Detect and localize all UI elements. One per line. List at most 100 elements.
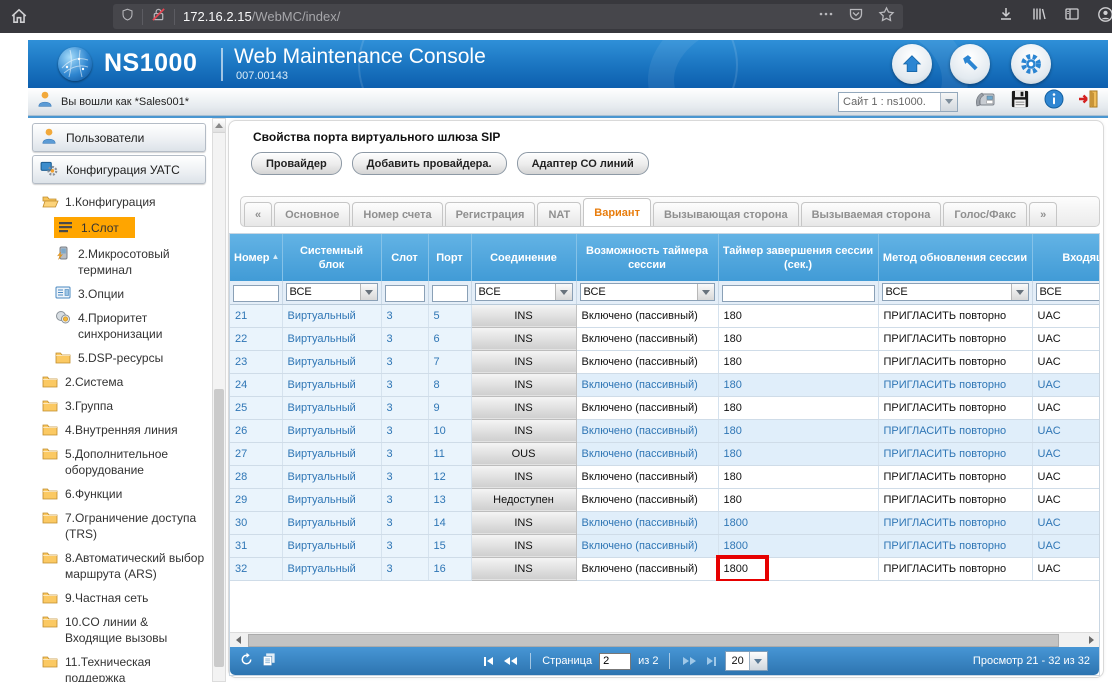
cell-session-expire-timer[interactable]: 180 (718, 488, 878, 511)
cell-session-expire-timer[interactable]: 180 (718, 373, 878, 396)
tab-Регистрация[interactable]: Регистрация (445, 202, 536, 226)
cell-session-refresh-method[interactable]: ПРИГЛАСИТЬ повторно (878, 327, 1032, 350)
sidebar-item[interactable]: 9.Частная сеть (41, 589, 148, 606)
tab-Вариант[interactable]: Вариант (583, 198, 651, 227)
cell-session-expire-timer[interactable]: 180 (718, 327, 878, 350)
filter-input[interactable] (432, 285, 468, 302)
column-header[interactable]: Слот (381, 234, 428, 281)
sidebar-item[interactable]: 1.Слот (54, 217, 135, 238)
sidebar-item[interactable]: 2.Система (41, 373, 123, 390)
cell-system-block[interactable]: Виртуальный (282, 304, 381, 327)
cell-system-block[interactable]: Виртуальный (282, 419, 381, 442)
cell-incoming-refresh[interactable]: UAC (1032, 557, 1099, 580)
cell-session-timer-capability[interactable]: Включено (пассивный) (576, 465, 718, 488)
cell-session-refresh-method[interactable]: ПРИГЛАСИТЬ повторно (878, 511, 1032, 534)
last-page-button[interactable] (705, 655, 718, 668)
filter-select-arrow[interactable] (1011, 284, 1028, 300)
site-selector-arrow[interactable] (940, 93, 957, 111)
cell-session-timer-capability[interactable]: Включено (пассивный) (576, 304, 718, 327)
tab-scroll-prev[interactable]: « (244, 202, 272, 226)
account-icon[interactable] (1097, 6, 1112, 28)
column-header[interactable]: Номер▲ (230, 234, 282, 281)
cell-number[interactable]: 30 (230, 511, 282, 534)
filter-input[interactable] (385, 285, 425, 302)
cell-session-timer-capability[interactable]: Включено (пассивный) (576, 350, 718, 373)
tools-button[interactable] (950, 44, 990, 84)
filter-select[interactable]: ВСЕ (286, 283, 378, 301)
tab-Голос/Факс[interactable]: Голос/Факс (943, 202, 1027, 226)
cell-session-timer-capability[interactable]: Включено (пассивный) (576, 419, 718, 442)
cell-connection[interactable]: INS (471, 419, 576, 442)
cell-port[interactable]: 6 (428, 327, 471, 350)
cell-connection[interactable]: INS (471, 511, 576, 534)
cell-connection[interactable]: INS (471, 350, 576, 373)
cell-session-refresh-method[interactable]: ПРИГЛАСИТЬ повторно (878, 557, 1032, 580)
scroll-left-arrow[interactable] (230, 636, 246, 644)
sidebar-item[interactable]: 8.Автоматический выбор маршрута (ARS) (41, 549, 205, 582)
cell-session-timer-capability[interactable]: Включено (пассивный) (576, 396, 718, 419)
column-header[interactable]: Порт (428, 234, 471, 281)
cell-session-expire-timer[interactable]: 180 (718, 465, 878, 488)
cell-session-expire-timer[interactable]: 1800 (718, 511, 878, 534)
action-button[interactable]: Добавить провайдера. (352, 152, 507, 175)
cell-session-expire-timer[interactable]: 180 (718, 304, 878, 327)
cell-incoming-refresh[interactable]: UAC (1032, 465, 1099, 488)
cell-incoming-refresh[interactable]: UAC (1032, 488, 1099, 511)
sidebar-item[interactable]: 2.Микросотовый терминал (54, 245, 208, 278)
pages-icon[interactable] (261, 652, 277, 670)
cell-incoming-refresh[interactable]: UAC (1032, 396, 1099, 419)
sidebar-item[interactable]: 1.Конфигурация (41, 193, 156, 210)
cell-slot[interactable]: 3 (381, 488, 428, 511)
site-selector[interactable]: Сайт 1 : ns1000. (838, 92, 958, 112)
cell-session-refresh-method[interactable]: ПРИГЛАСИТЬ повторно (878, 488, 1032, 511)
column-header[interactable]: Таймер завершения сессии (сек.) (718, 234, 878, 281)
cell-system-block[interactable]: Виртуальный (282, 511, 381, 534)
cell-port[interactable]: 12 (428, 465, 471, 488)
cell-system-block[interactable]: Виртуальный (282, 327, 381, 350)
cell-session-refresh-method[interactable]: ПРИГЛАСИТЬ повторно (878, 304, 1032, 327)
column-header[interactable]: Соединение (471, 234, 576, 281)
cell-number[interactable]: 25 (230, 396, 282, 419)
cell-incoming-refresh[interactable]: UAC (1032, 304, 1099, 327)
cell-slot[interactable]: 3 (381, 557, 428, 580)
filter-select[interactable]: ВСЕ (580, 283, 715, 301)
cell-number[interactable]: 31 (230, 534, 282, 557)
cell-incoming-refresh[interactable]: UAC (1032, 350, 1099, 373)
cell-port[interactable]: 11 (428, 442, 471, 465)
page-size-arrow[interactable] (749, 652, 767, 670)
tab-Вызывающая сторона[interactable]: Вызывающая сторона (653, 202, 799, 226)
cell-connection[interactable]: INS (471, 327, 576, 350)
filter-select-arrow[interactable] (360, 284, 377, 300)
cell-session-timer-capability[interactable]: Включено (пассивный) (576, 557, 718, 580)
cell-number[interactable]: 22 (230, 327, 282, 350)
cell-session-expire-timer[interactable]: 180 (718, 350, 878, 373)
cell-number[interactable]: 32 (230, 557, 282, 580)
filter-input[interactable] (722, 285, 875, 302)
scroll-up-arrow[interactable] (213, 119, 225, 133)
cell-connection[interactable]: INS (471, 304, 576, 327)
cell-incoming-refresh[interactable]: UAC (1032, 327, 1099, 350)
cell-port[interactable]: 9 (428, 396, 471, 419)
action-button[interactable]: Провайдер (251, 152, 342, 175)
prev-page-button[interactable] (502, 655, 519, 667)
cell-session-refresh-method[interactable]: ПРИГЛАСИТЬ повторно (878, 350, 1032, 373)
cell-slot[interactable]: 3 (381, 511, 428, 534)
settings-button[interactable] (1011, 44, 1051, 84)
cell-system-block[interactable]: Виртуальный (282, 396, 381, 419)
cell-number[interactable]: 28 (230, 465, 282, 488)
action-button[interactable]: Адаптер СО линий (517, 152, 649, 175)
insecure-lock-icon[interactable] (151, 7, 166, 27)
sidebar-item[interactable]: 4.Внутренняя линия (41, 421, 178, 438)
cell-session-timer-capability[interactable]: Включено (пассивный) (576, 488, 718, 511)
cell-connection[interactable]: INS (471, 373, 576, 396)
tab-Номер счета[interactable]: Номер счета (352, 202, 442, 226)
cell-session-timer-capability[interactable]: Включено (пассивный) (576, 442, 718, 465)
cell-port[interactable]: 15 (428, 534, 471, 557)
downloads-icon[interactable] (998, 6, 1014, 27)
page-number-input[interactable] (599, 653, 631, 670)
info-icon[interactable] (1044, 89, 1064, 114)
sidebar-scrollbar[interactable] (212, 118, 226, 682)
browser-home-icon[interactable] (10, 7, 28, 30)
cell-number[interactable]: 23 (230, 350, 282, 373)
tab-NAT[interactable]: NAT (537, 202, 581, 226)
